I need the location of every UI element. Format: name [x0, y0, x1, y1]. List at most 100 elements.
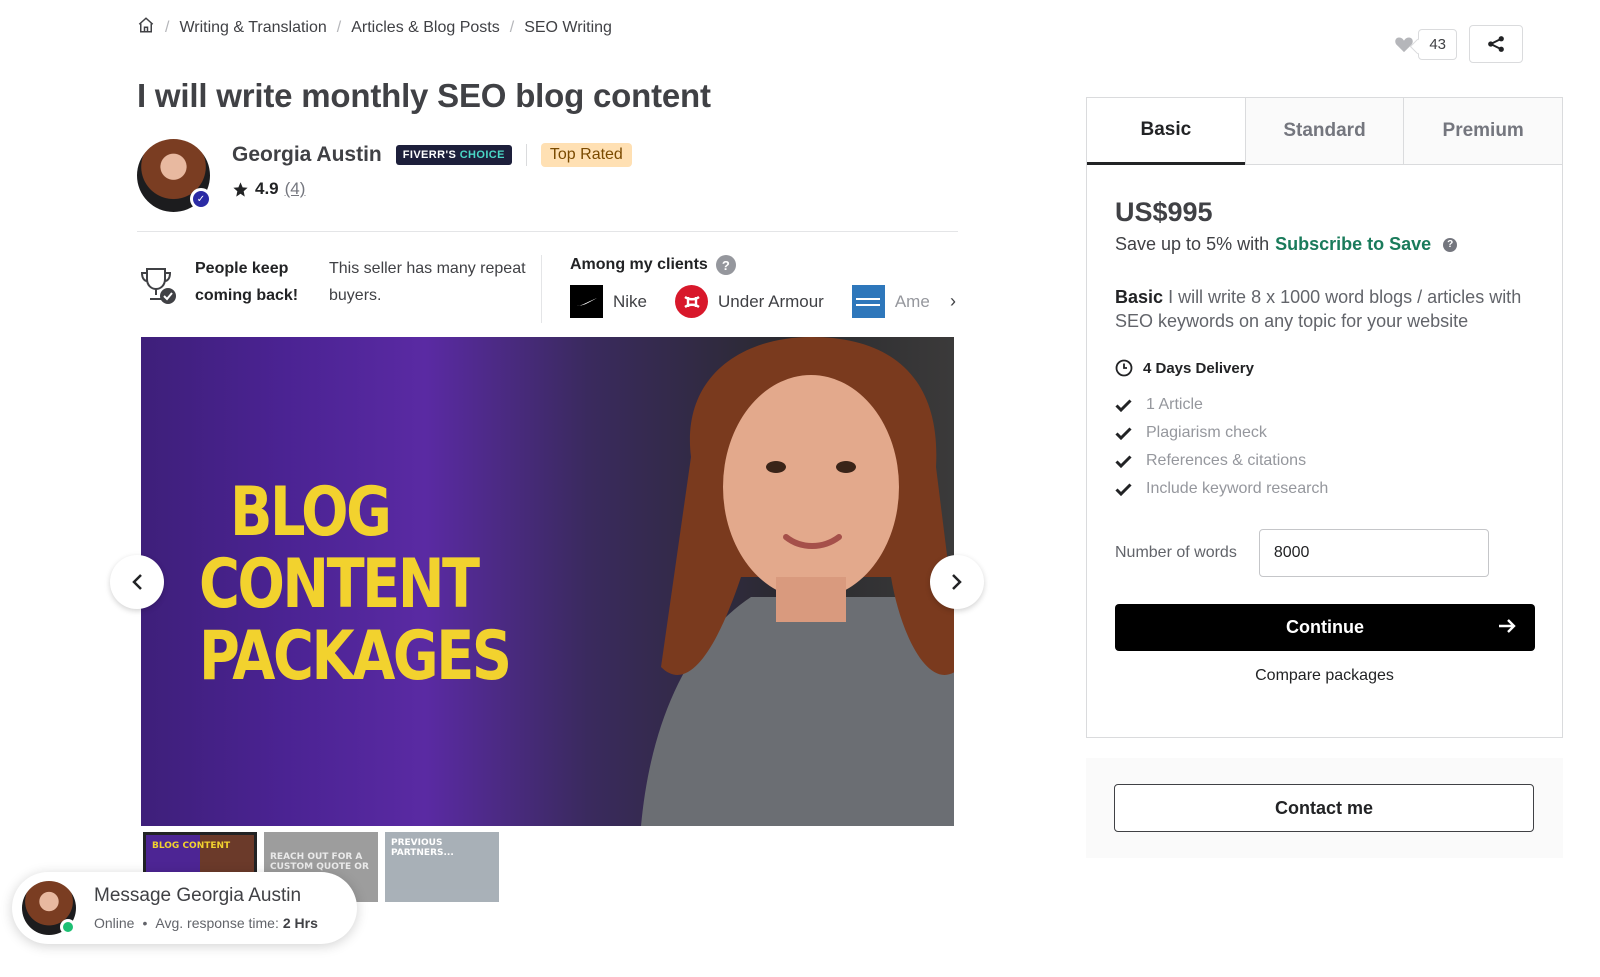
tab-standard[interactable]: Standard	[1244, 98, 1404, 164]
client-under-armour: Under Armour	[675, 285, 824, 318]
seller-rating: 4.9 (4)	[232, 179, 632, 199]
save-text: Save up to 5% with	[1115, 234, 1270, 254]
package-panel: Basic Standard Premium US$995 Save up to…	[1086, 97, 1563, 738]
feature-item: References & citations	[1115, 447, 1534, 475]
client-american-express: American Express	[851, 285, 930, 318]
nike-logo-icon	[570, 285, 603, 318]
check-icon	[1115, 482, 1132, 496]
chevron-right-icon[interactable]: ›	[950, 291, 956, 312]
word-count-input[interactable]	[1258, 529, 1489, 577]
tab-basic[interactable]: Basic	[1087, 98, 1245, 165]
breadcrumb-separator: /	[165, 18, 170, 36]
verified-badge-icon: ✓	[190, 188, 212, 210]
package-name: Basic	[1115, 287, 1164, 307]
repeat-buyers-title: People keep coming back!	[195, 260, 299, 304]
chevron-left-icon	[132, 574, 142, 590]
gig-actions: 43	[1394, 25, 1523, 63]
package-price: US$995	[1115, 197, 1213, 227]
clients-carousel: Nike Under Armour American Express	[570, 285, 930, 318]
trophy-icon	[140, 268, 176, 304]
breadcrumb: / Writing & Translation / Articles & Blo…	[137, 16, 612, 39]
divider	[541, 255, 542, 323]
feature-item: 1 Article	[1115, 391, 1534, 419]
seller-photo	[641, 337, 954, 826]
online-status-icon	[60, 919, 76, 935]
feature-label: References & citations	[1146, 452, 1307, 469]
seller-name[interactable]: Georgia Austin	[232, 143, 382, 167]
like-button[interactable]: 43	[1394, 28, 1457, 60]
package-description-text: I will write 8 x 1000 word blogs / artic…	[1115, 287, 1522, 331]
check-icon	[1115, 426, 1132, 440]
gallery-main-image[interactable]: BLOG CONTENT PACKAGES	[141, 337, 954, 826]
divider	[525, 144, 527, 166]
compare-packages-link[interactable]: Compare packages	[1115, 667, 1534, 685]
tab-premium[interactable]: Premium	[1403, 98, 1563, 164]
arrow-right-icon	[1499, 619, 1516, 633]
help-icon[interactable]: ?	[715, 255, 736, 275]
message-seller-popup[interactable]: Message Georgia Austin Online • Avg. res…	[12, 872, 357, 944]
hero-image-text: BLOG CONTENT PACKAGES	[199, 473, 512, 696]
check-icon	[1115, 398, 1132, 412]
share-icon	[1488, 36, 1504, 52]
clients-title: Among my clients	[570, 256, 708, 273]
breadcrumb-articles-blog-posts[interactable]: Articles & Blog Posts	[351, 19, 500, 37]
home-icon[interactable]	[137, 16, 155, 39]
package-tabs: Basic Standard Premium	[1087, 98, 1563, 165]
repeat-buyers-description: This seller has many repeat buyers.	[329, 260, 526, 304]
breadcrumb-separator: /	[336, 18, 342, 36]
gallery-next-button[interactable]	[930, 555, 984, 609]
fiverrs-choice-badge: FIVERR'S CHOICE	[395, 145, 512, 165]
word-count-row: Number of words	[1115, 529, 1534, 577]
help-icon[interactable]: ?	[1443, 237, 1458, 252]
seller-overview: ✓ Georgia Austin FIVERR'S CHOICE Top Rat…	[137, 139, 632, 212]
clients-section: Among my clients ? Nike Under Armour Ame…	[570, 255, 956, 318]
contact-section: Contact me	[1086, 758, 1563, 858]
clock-icon	[1115, 359, 1133, 377]
message-title: Message Georgia Austin	[94, 885, 302, 906]
feature-list: 1 Article Plagiarism check References & …	[1115, 391, 1534, 503]
divider	[137, 231, 958, 232]
word-count-label: Number of words	[1115, 544, 1237, 561]
seller-highlights: People keep coming back! This seller has…	[137, 255, 958, 323]
feature-item: Include keyword research	[1115, 475, 1534, 503]
gallery-thumbnail[interactable]: PREVIOUS PARTNERS...	[385, 832, 499, 902]
online-label: Online	[94, 915, 135, 931]
feature-label: 1 Article	[1146, 396, 1203, 413]
response-time-label: Avg. response time:	[155, 915, 279, 931]
bullet-separator: •	[142, 915, 148, 931]
gallery-prev-button[interactable]	[110, 555, 164, 609]
thumbnail-text: BLOG CONTENT	[152, 841, 231, 851]
star-icon	[233, 181, 248, 197]
breadcrumb-seo-writing[interactable]: SEO Writing	[524, 19, 612, 37]
like-count: 43	[1418, 28, 1457, 60]
subscribe-save-row: Save up to 5% with Subscribe to Save ?	[1115, 234, 1534, 255]
seller-avatar[interactable]: ✓	[137, 139, 212, 212]
breadcrumb-separator: /	[509, 18, 515, 36]
seller-avatar	[22, 881, 76, 935]
rating-score: 4.9	[255, 179, 279, 198]
client-name: American Express	[894, 291, 930, 311]
rating-count-link[interactable]: (4)	[285, 179, 306, 199]
continue-button[interactable]: Continue	[1115, 604, 1535, 651]
client-name: Nike	[613, 291, 648, 311]
message-status: Online • Avg. response time: 2 Hrs	[94, 915, 318, 931]
seller-level-badge: Top Rated	[540, 143, 632, 167]
chevron-right-icon	[952, 574, 962, 590]
subscribe-to-save-link[interactable]: Subscribe to Save	[1275, 234, 1431, 255]
feature-item: Plagiarism check	[1115, 419, 1534, 447]
check-icon	[1115, 454, 1132, 468]
response-time-value: 2 Hrs	[282, 915, 318, 931]
breadcrumb-writing-translation[interactable]: Writing & Translation	[179, 19, 326, 37]
delivery-time: 4 Days Delivery	[1115, 359, 1534, 377]
client-name: Under Armour	[718, 291, 824, 311]
package-description: Basic I will write 8 x 1000 word blogs /…	[1115, 285, 1534, 333]
share-button[interactable]	[1469, 25, 1523, 63]
choice-badge-suffix: CHOICE	[459, 149, 505, 161]
gig-title: I will write monthly SEO blog content	[137, 77, 711, 114]
feature-label: Plagiarism check	[1146, 424, 1267, 441]
delivery-label: 4 Days Delivery	[1143, 359, 1254, 377]
continue-label: Continue	[1286, 617, 1364, 637]
amex-logo-icon	[851, 285, 885, 318]
client-nike: Nike	[570, 285, 647, 318]
contact-me-button[interactable]: Contact me	[1114, 784, 1534, 832]
